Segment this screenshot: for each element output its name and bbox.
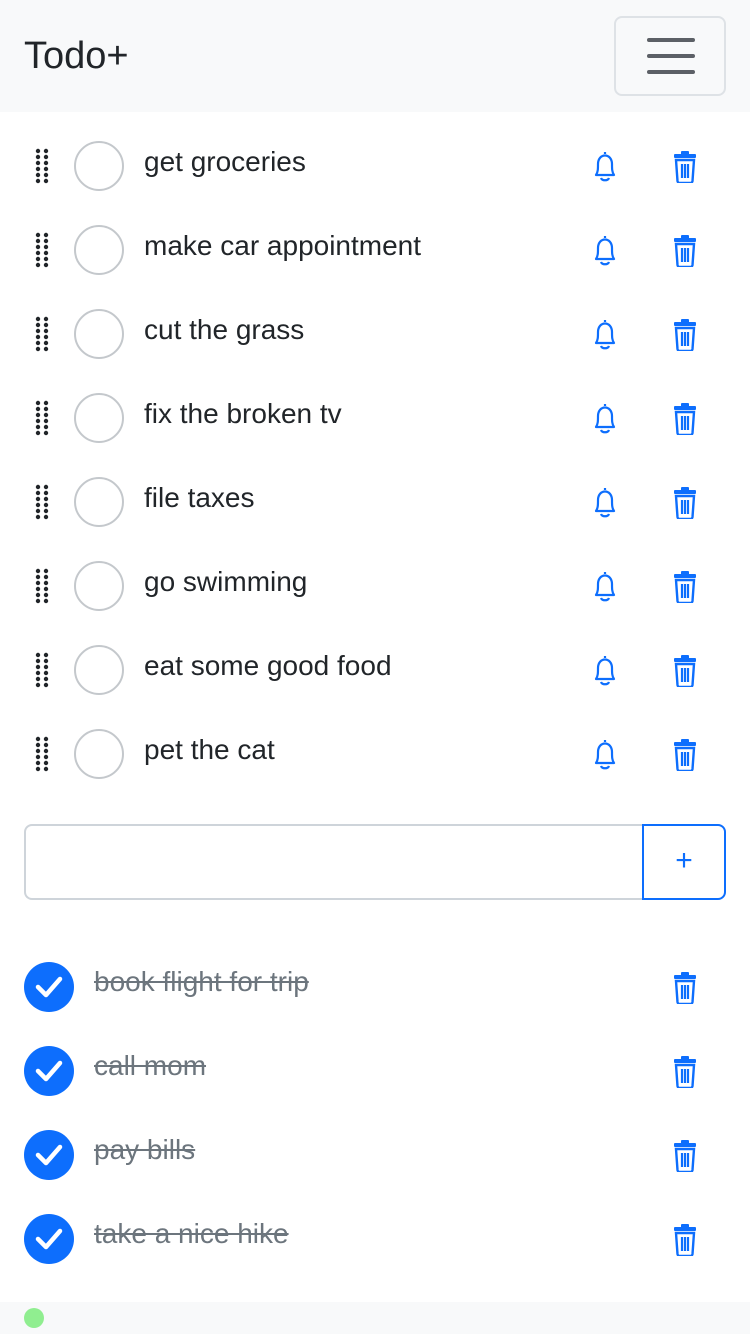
trash-icon[interactable] [671,1140,699,1172]
todo-item: eat some good food [0,628,750,712]
drag-handle-icon[interactable] [34,148,50,184]
hamburger-icon-bar [647,70,695,74]
completed-text[interactable]: call mom [94,1048,206,1084]
checkmark-icon[interactable] [24,1046,74,1096]
todo-text[interactable]: make car appointment [144,228,421,264]
todo-item: cut the grass [0,292,750,376]
completed-text[interactable]: pay bills [94,1132,195,1168]
checkmark-icon[interactable] [24,1214,74,1264]
complete-checkbox[interactable] [74,309,124,359]
hamburger-icon-bar [647,38,695,42]
checkmark-icon[interactable] [24,1130,74,1180]
trash-icon[interactable] [671,655,699,687]
drag-handle-icon[interactable] [34,736,50,772]
todo-item: make car appointment [0,208,750,292]
checkmark-icon[interactable] [24,962,74,1012]
todo-item: pet the cat [0,712,750,796]
navbar: Todo+ [0,0,750,112]
complete-checkbox[interactable] [74,561,124,611]
trash-icon[interactable] [671,403,699,435]
completed-item: take a nice hike [0,1198,750,1282]
todo-text[interactable]: eat some good food [144,648,392,684]
completed-text[interactable]: book flight for trip [94,964,309,1000]
todo-text[interactable]: pet the cat [144,732,275,768]
drag-handle-icon[interactable] [34,316,50,352]
todo-text[interactable]: cut the grass [144,312,304,348]
complete-checkbox[interactable] [74,729,124,779]
complete-checkbox[interactable] [74,645,124,695]
add-todo-form: + [24,824,726,900]
complete-checkbox[interactable] [74,225,124,275]
menu-toggle-button[interactable] [614,16,726,96]
complete-checkbox[interactable] [74,477,124,527]
complete-checkbox[interactable] [74,141,124,191]
trash-icon[interactable] [671,739,699,771]
trash-icon[interactable] [671,151,699,183]
drag-handle-icon[interactable] [34,568,50,604]
todo-item: get groceries [0,124,750,208]
drag-handle-icon[interactable] [34,484,50,520]
todo-item: fix the broken tv [0,376,750,460]
bell-icon[interactable] [590,317,620,351]
bell-icon[interactable] [590,653,620,687]
todo-text[interactable]: fix the broken tv [144,396,342,432]
connection-status-indicator [24,1308,44,1328]
bell-icon[interactable] [590,149,620,183]
trash-icon[interactable] [671,235,699,267]
todo-text[interactable]: go swimming [144,564,307,600]
completed-text[interactable]: take a nice hike [94,1216,289,1252]
add-todo-button[interactable]: + [642,824,726,900]
completed-item: book flight for trip [0,946,750,1030]
bell-icon[interactable] [590,737,620,771]
todo-item: file taxes [0,460,750,544]
drag-handle-icon[interactable] [34,652,50,688]
bell-icon[interactable] [590,233,620,267]
todo-text[interactable]: get groceries [144,144,306,180]
bell-icon[interactable] [590,569,620,603]
completed-item: pay bills [0,1114,750,1198]
trash-icon[interactable] [671,319,699,351]
drag-handle-icon[interactable] [34,232,50,268]
app-title[interactable]: Todo+ [24,34,129,78]
bell-icon[interactable] [590,401,620,435]
trash-icon[interactable] [671,571,699,603]
trash-icon[interactable] [671,972,699,1004]
trash-icon[interactable] [671,487,699,519]
new-todo-input[interactable] [24,824,644,900]
trash-icon[interactable] [671,1056,699,1088]
drag-handle-icon[interactable] [34,400,50,436]
trash-icon[interactable] [671,1224,699,1256]
bell-icon[interactable] [590,485,620,519]
footer [0,1302,750,1334]
complete-checkbox[interactable] [74,393,124,443]
todo-text[interactable]: file taxes [144,480,255,516]
hamburger-icon-bar [647,54,695,58]
completed-item: call mom [0,1030,750,1114]
todo-item: go swimming [0,544,750,628]
